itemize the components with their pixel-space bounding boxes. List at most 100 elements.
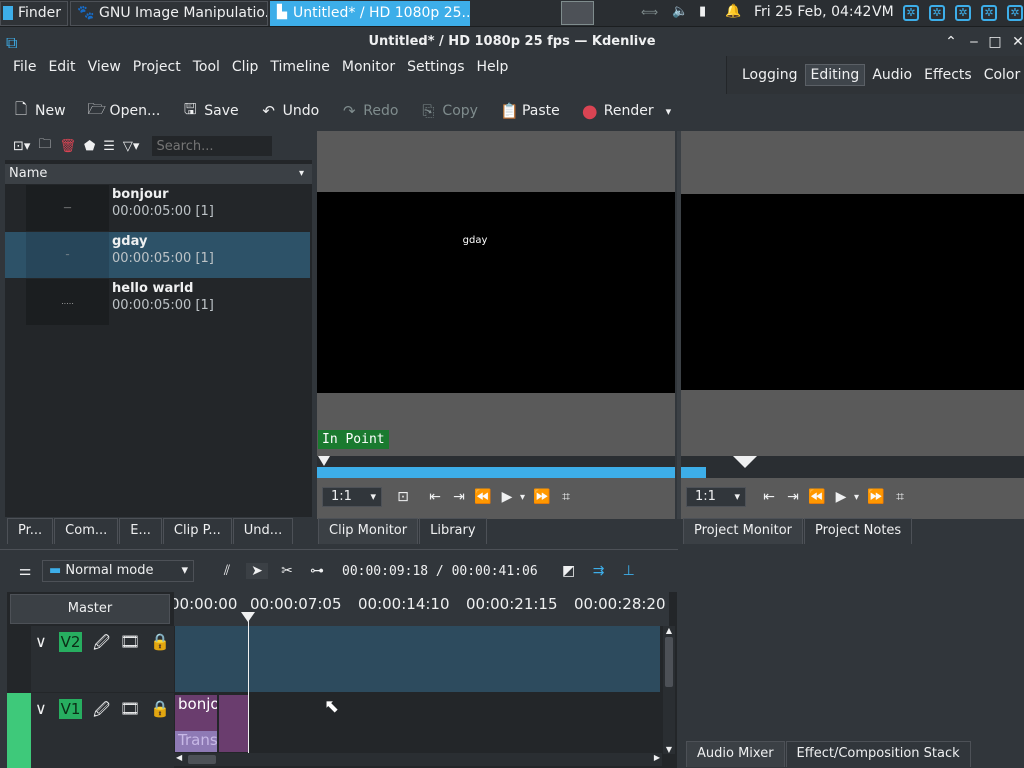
- set-out-icon[interactable]: ⇥: [448, 489, 470, 505]
- play-icon[interactable]: ▶: [496, 489, 518, 505]
- playhead-marker[interactable]: [318, 456, 330, 466]
- rewind-icon[interactable]: ⏪: [472, 489, 494, 505]
- menu-tool[interactable]: Tool: [187, 56, 226, 78]
- timeline-horizontal-scrollbar[interactable]: ◀ ▶: [174, 753, 662, 766]
- edit-mode-select[interactable]: ▬ Normal mode: [42, 560, 194, 582]
- menu-project[interactable]: Project: [127, 56, 187, 78]
- track-header-v1[interactable]: ∨ V1 🖉 🎞 🔒: [7, 693, 174, 768]
- menu-help[interactable]: Help: [471, 56, 515, 78]
- menu-view[interactable]: View: [82, 56, 127, 78]
- crop-icon[interactable]: ⌗: [889, 489, 911, 505]
- zoom-select[interactable]: 1:1: [686, 487, 746, 507]
- tag-icon[interactable]: ⬟: [84, 139, 95, 154]
- tab-project-monitor[interactable]: Project Monitor: [683, 518, 804, 544]
- insert-icon[interactable]: ⇉: [588, 563, 610, 579]
- timeline-vertical-scrollbar[interactable]: ▲ ▼: [663, 626, 675, 754]
- menu-monitor[interactable]: Monitor: [336, 56, 401, 78]
- layout-color[interactable]: Color: [979, 65, 1024, 85]
- paste-button[interactable]: 📋 Paste: [500, 102, 560, 120]
- overwrite-icon[interactable]: ⊥: [618, 563, 640, 579]
- add-clip-icon[interactable]: ⊡▾: [13, 139, 30, 154]
- tab-undo-history[interactable]: Und...: [232, 518, 294, 544]
- scroll-thumb[interactable]: [665, 637, 673, 687]
- forward-icon[interactable]: ⏩: [531, 489, 553, 505]
- timeline-settings-icon[interactable]: ⚌: [14, 563, 36, 579]
- project-monitor-ruler[interactable]: [681, 456, 1024, 478]
- playhead-marker[interactable]: [733, 456, 757, 468]
- render-dropdown-icon[interactable]: ▾: [666, 105, 672, 118]
- crop-icon[interactable]: ⌗: [555, 489, 577, 505]
- set-out-icon[interactable]: ⇥: [782, 489, 804, 505]
- tab-effect-stack[interactable]: Effect/Composition Stack: [785, 741, 971, 767]
- tab-project-notes[interactable]: Project Notes: [804, 518, 913, 544]
- collapse-icon[interactable]: ∨: [35, 632, 47, 651]
- track-header-v2[interactable]: ∨ V2 🖉 🎞 🔒: [7, 626, 174, 692]
- tray-gear-icon[interactable]: ✲: [1007, 5, 1023, 21]
- spacer-tool-icon[interactable]: ⫽: [216, 563, 238, 579]
- scroll-thumb[interactable]: [188, 755, 216, 764]
- forward-icon[interactable]: ⏩: [865, 489, 887, 505]
- tab-clip-monitor[interactable]: Clip Monitor: [318, 518, 419, 544]
- set-in-icon[interactable]: ⇤: [758, 489, 780, 505]
- bin-search-input[interactable]: [151, 135, 274, 157]
- bin-clip-row[interactable]: – gday 00:00:05:00 [1]: [5, 232, 310, 278]
- close-button[interactable]: ✕: [1009, 33, 1024, 51]
- pager[interactable]: [561, 1, 594, 25]
- task-kdenlive[interactable]: ▙ Untitled* / HD 1080p 25...: [270, 0, 470, 26]
- add-folder-icon[interactable]: 🗀: [38, 135, 51, 157]
- tab-audio-mixer[interactable]: Audio Mixer: [686, 741, 785, 767]
- rewind-icon[interactable]: ⏪: [806, 489, 828, 505]
- horizontal-splitter[interactable]: [0, 549, 678, 550]
- tab-clip-properties[interactable]: Clip P...: [162, 518, 232, 544]
- clipboard-icon[interactable]: ▮: [699, 4, 706, 19]
- filter-icon[interactable]: ▽▾: [123, 139, 140, 154]
- tab-library[interactable]: Library: [419, 518, 487, 544]
- zone-bar[interactable]: [317, 467, 675, 478]
- lock-icon[interactable]: 🔒: [150, 699, 170, 718]
- tray-gear-icon[interactable]: ✲: [955, 5, 971, 21]
- transition-block[interactable]: Trans: [175, 731, 217, 752]
- notifications-icon[interactable]: 🔔: [725, 4, 741, 19]
- network-icon[interactable]: ⟺: [641, 5, 658, 19]
- collapse-icon[interactable]: ∨: [35, 699, 47, 718]
- tray-gear-icon[interactable]: ✲: [929, 5, 945, 21]
- clip-monitor-video[interactable]: gday: [317, 192, 675, 393]
- tray-gear-icon[interactable]: ✲: [981, 5, 997, 21]
- play-options-icon[interactable]: ▾: [854, 492, 859, 503]
- task-gimp[interactable]: 🐾 GNU Image Manipulatio...: [70, 0, 268, 26]
- save-button[interactable]: 🖫 Save: [182, 99, 239, 124]
- timeline-timecode[interactable]: 00:00:09:18 / 00:00:41:06: [342, 564, 538, 579]
- scroll-left-icon[interactable]: ◀: [176, 753, 182, 762]
- film-icon[interactable]: 🎞: [120, 699, 140, 718]
- play-options-icon[interactable]: ▾: [520, 492, 525, 503]
- open-button[interactable]: 🗁 Open...: [88, 99, 161, 124]
- zoom-select[interactable]: 1:1: [322, 487, 382, 507]
- volume-icon[interactable]: 🔈: [672, 4, 688, 19]
- bin-clip-row[interactable]: — bonjour 00:00:05:00 [1]: [5, 185, 310, 231]
- lock-icon[interactable]: 🔒: [150, 632, 170, 651]
- render-button[interactable]: ● Render: [582, 101, 654, 122]
- effect-icon[interactable]: 🖉: [93, 699, 110, 726]
- layout-editing[interactable]: Editing: [804, 64, 866, 86]
- menu-clip[interactable]: Clip: [226, 56, 264, 78]
- menu-icon[interactable]: ☰: [103, 139, 115, 154]
- task-finder[interactable]: Finder: [0, 0, 68, 26]
- layout-effects[interactable]: Effects: [919, 65, 977, 85]
- layout-audio[interactable]: Audio: [867, 65, 917, 85]
- new-button[interactable]: 🗋 New: [13, 99, 66, 124]
- minimize-button[interactable]: ‒: [965, 33, 983, 51]
- keep-above-icon[interactable]: ⌃: [942, 33, 960, 51]
- menu-settings[interactable]: Settings: [401, 56, 470, 78]
- vertical-splitter[interactable]: [677, 131, 681, 519]
- display-icon[interactable]: ⊡: [392, 489, 414, 505]
- scroll-down-icon[interactable]: ▼: [663, 745, 675, 754]
- play-icon[interactable]: ▶: [830, 489, 852, 505]
- selection-tool-icon[interactable]: ➤: [246, 563, 268, 579]
- effect-icon[interactable]: 🖉: [93, 632, 110, 659]
- scroll-right-icon[interactable]: ▶: [654, 753, 660, 762]
- razor-tool-icon[interactable]: ✂: [276, 563, 298, 579]
- zone-bar[interactable]: [681, 467, 706, 478]
- tab-project-bin[interactable]: Pr...: [7, 518, 54, 544]
- track-name[interactable]: V2: [59, 632, 82, 652]
- timeline-clip[interactable]: [219, 695, 249, 752]
